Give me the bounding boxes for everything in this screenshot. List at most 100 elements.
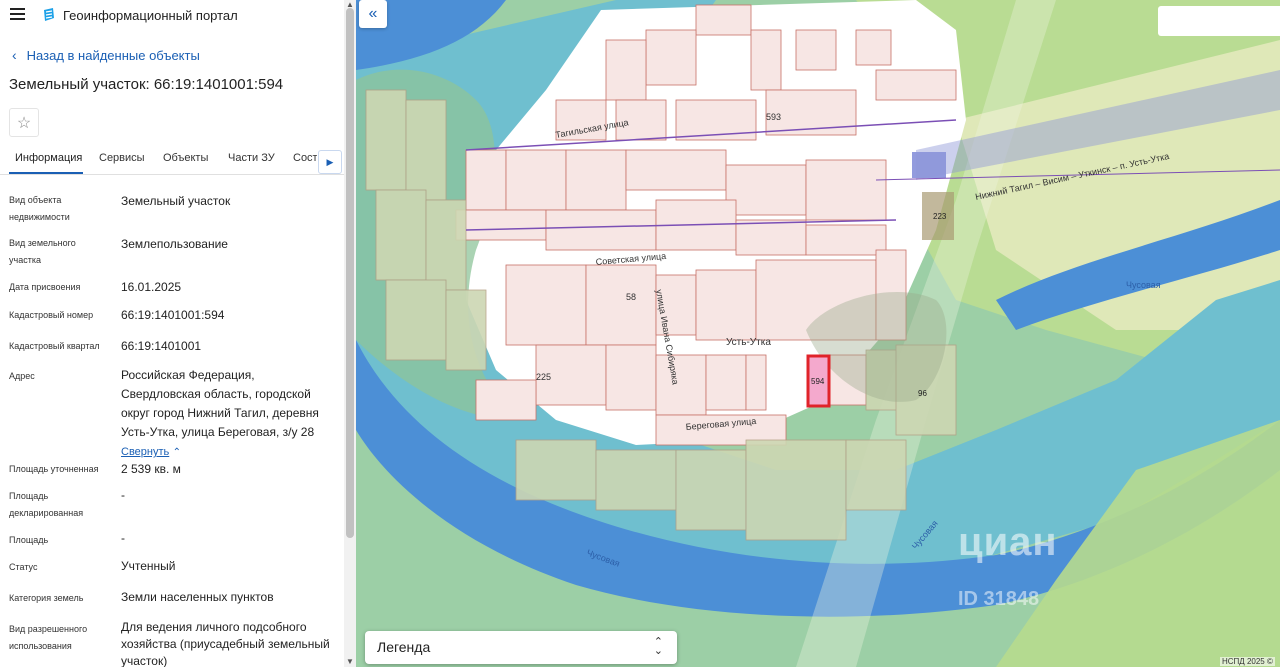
parcel xyxy=(445,289,487,371)
map-search-box[interactable] xyxy=(1158,6,1280,36)
parcel xyxy=(725,164,807,216)
field-value: Землепользование xyxy=(121,237,228,251)
parcel xyxy=(695,269,757,341)
parcel xyxy=(625,149,727,191)
field-label: Адрес xyxy=(9,371,35,381)
parcel xyxy=(585,264,657,346)
field-value: 66:19:1401001:594 xyxy=(121,308,225,322)
field-label: Кадастровый номер xyxy=(9,310,94,320)
parcel xyxy=(475,379,537,421)
legend-label: Легенда xyxy=(377,639,431,655)
back-link-label: Назад в найденные объекты xyxy=(26,48,200,63)
field-value: Земли населенных пунктов xyxy=(121,590,274,604)
parcel xyxy=(405,99,447,201)
field-label: Площадь декларированная xyxy=(9,491,84,518)
parcel xyxy=(875,69,957,101)
collapse-toggle[interactable]: Свернуть ⌃ xyxy=(121,442,331,462)
scroll-up-icon[interactable]: ▲ xyxy=(344,0,356,10)
field-value: Учтенный xyxy=(121,559,176,573)
parcel-label: 96 xyxy=(918,389,927,398)
legend-select[interactable]: Легенда ⌃ ⌄ xyxy=(365,631,677,664)
field-label: Статус xyxy=(9,562,38,572)
parcel xyxy=(465,149,507,211)
parcel xyxy=(695,4,752,36)
star-icon: ☆ xyxy=(16,114,32,132)
updown-chevron-icon: ⌃ ⌄ xyxy=(653,636,663,657)
parcel xyxy=(365,89,407,191)
parcel xyxy=(745,439,847,541)
parcel-label: 58 xyxy=(626,292,636,302)
parcel xyxy=(605,39,647,101)
parcel xyxy=(565,149,627,211)
river-label: Чусовая xyxy=(1126,280,1161,290)
field-value: Российская Федерация, Свердловская облас… xyxy=(121,368,319,439)
chevron-left-icon: ‹ xyxy=(12,47,17,63)
parcel xyxy=(595,449,677,511)
field-label: Площадь уточненная xyxy=(9,464,99,474)
parcel xyxy=(515,439,597,501)
parcel xyxy=(750,29,782,91)
tab-objects[interactable]: Объекты xyxy=(163,152,208,164)
menu-icon[interactable] xyxy=(10,8,25,20)
tab-parts[interactable]: Части ЗУ xyxy=(228,152,275,164)
field-label: Вид разрешенного использования xyxy=(9,624,88,651)
parcel xyxy=(805,159,887,221)
field-value: Для ведения личного подсобного хозяйства… xyxy=(121,620,330,667)
parcel xyxy=(805,224,887,256)
parcel xyxy=(545,209,657,251)
parcel xyxy=(385,279,447,361)
selected-parcel-label: 594 xyxy=(811,377,825,386)
page-title: Земельный участок: 66:19:1401001:594 xyxy=(9,76,284,93)
scroll-down-icon[interactable]: ▼ xyxy=(344,657,356,667)
place-label: Усть-Утка xyxy=(726,337,771,348)
parcel xyxy=(675,449,747,531)
field-value: - xyxy=(121,488,125,502)
parcel xyxy=(845,439,907,511)
app-header: Геоинформационный портал xyxy=(0,0,344,30)
parcel xyxy=(505,149,567,211)
back-link[interactable]: ‹ Назад в найденные объекты xyxy=(12,47,200,63)
field-label: Вид объекта недвижимости xyxy=(9,195,70,222)
parcel xyxy=(605,344,657,411)
tab-information[interactable]: Информация xyxy=(15,152,82,164)
chevron-up-icon: ⌃ xyxy=(172,447,181,458)
panel-scrollbar-thumb[interactable] xyxy=(346,8,354,538)
tab-services[interactable]: Сервисы xyxy=(99,152,145,164)
map-attribution: НСПД 2025 © xyxy=(1220,657,1275,666)
field-value: 16.01.2025 xyxy=(121,280,182,294)
tab-composition[interactable]: Соста xyxy=(293,152,317,164)
field-value: - xyxy=(121,531,125,545)
parcel-label: 593 xyxy=(766,112,781,122)
caret-right-icon: ▶ xyxy=(326,156,334,167)
tabs-scroll-right-button[interactable]: ▶ xyxy=(318,150,342,174)
parcel-label: 223 xyxy=(933,212,947,221)
double-chevron-left-icon: « xyxy=(368,5,378,22)
parcel xyxy=(455,209,547,241)
portal-logo-icon xyxy=(44,8,54,21)
parcel xyxy=(645,29,697,86)
parcel xyxy=(425,199,467,291)
favorite-button[interactable]: ☆ xyxy=(9,108,39,137)
parcel xyxy=(735,219,807,256)
parcel xyxy=(375,189,427,281)
parcel xyxy=(505,264,587,346)
active-tab-indicator xyxy=(9,172,83,174)
parcel xyxy=(745,354,767,411)
collapse-panel-button[interactable]: « xyxy=(359,0,387,28)
address-value: Российская Федерация, Свердловская облас… xyxy=(121,366,331,462)
field-value: Земельный участок xyxy=(121,194,231,208)
parcel xyxy=(705,354,747,411)
field-label: Кадастровый квартал xyxy=(9,341,100,351)
collapse-link[interactable]: Свернуть xyxy=(121,446,169,458)
map-canvas[interactable]: Тагильская улица Советская улица Берегов… xyxy=(356,0,1280,667)
map-view[interactable]: Тагильская улица Советская улица Берегов… xyxy=(356,0,1280,667)
app-title: Геоинформационный портал xyxy=(63,8,238,23)
parcel xyxy=(855,29,892,66)
field-value: 66:19:1401001 xyxy=(121,339,202,353)
field-label: Вид земельного участка xyxy=(9,238,76,265)
parcel-label: 225 xyxy=(536,372,551,382)
left-panel: Геоинформационный портал ‹ Назад в найден… xyxy=(0,0,356,667)
tab-bar: Информация Сервисы Объекты Части ЗУ Сост… xyxy=(0,146,344,175)
field-value: 2 539 кв. м xyxy=(121,462,181,476)
parcel xyxy=(795,29,837,71)
